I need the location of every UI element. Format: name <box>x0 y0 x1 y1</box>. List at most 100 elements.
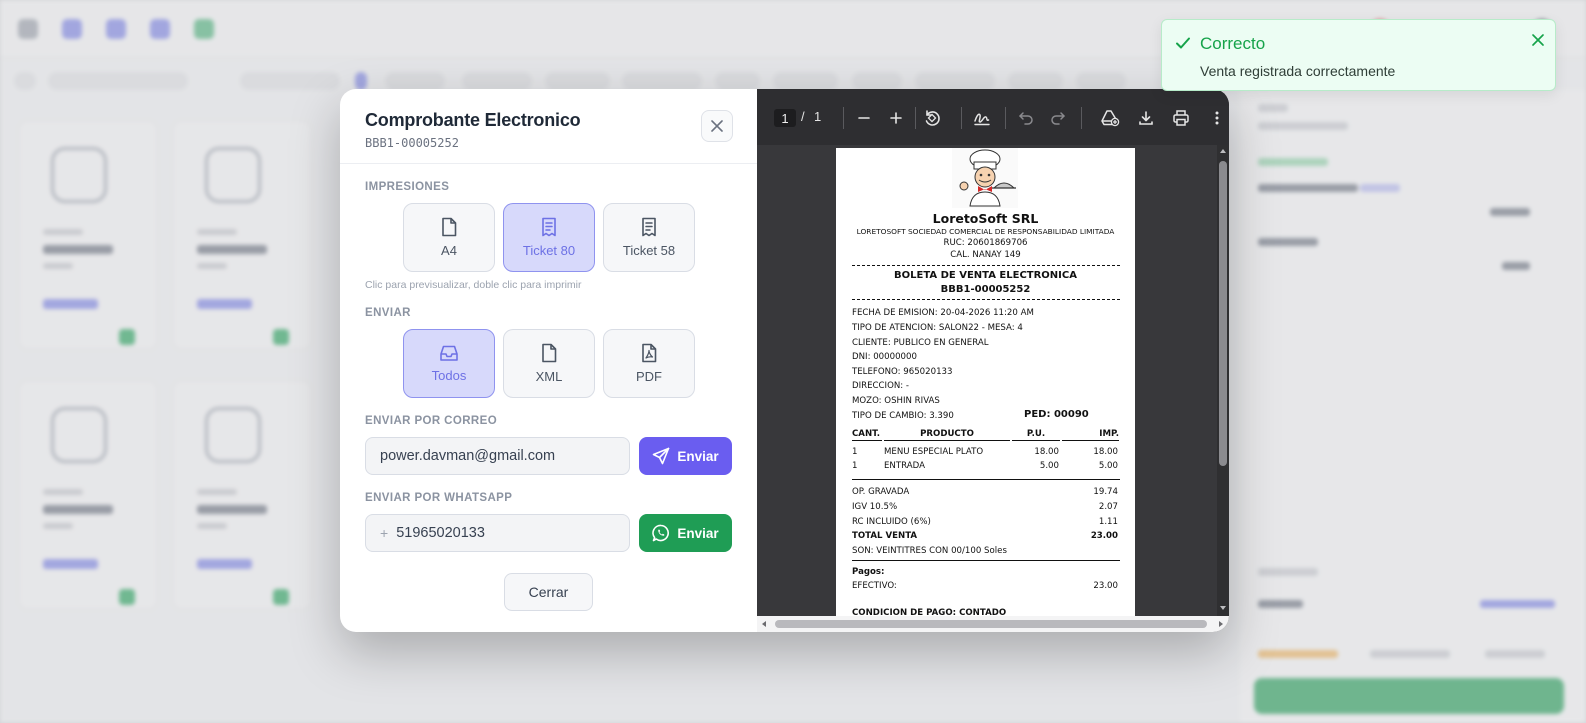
printer-icon <box>1173 110 1189 126</box>
col-producto: PRODUCTO <box>884 429 1010 441</box>
total-value: 19.74 <box>1093 487 1118 497</box>
item-imp: 18.00 <box>1093 447 1118 457</box>
file-icon <box>542 343 557 363</box>
download-button[interactable] <box>1135 107 1157 129</box>
scroll-left-icon <box>762 621 766 627</box>
send-pdf-button[interactable]: PDF <box>603 329 695 398</box>
user-icon <box>62 19 82 39</box>
more-vertical-icon <box>1215 111 1219 125</box>
more-options-button[interactable] <box>1206 107 1228 129</box>
print-ticket80-button[interactable]: Ticket 80 <box>503 203 595 272</box>
receipt-divider <box>852 265 1120 266</box>
cash-icon <box>194 19 214 39</box>
pdf-viewer: 1 / 1 LoretoSoft SRL LORETOSOFT SOCIEDAD… <box>757 89 1229 632</box>
pdf-toolbar: 1 / 1 <box>757 89 1229 145</box>
undo-icon <box>1019 112 1033 125</box>
scroll-down-icon <box>1220 606 1226 610</box>
scroll-up-icon <box>1220 149 1226 153</box>
undo-button[interactable] <box>1015 107 1037 129</box>
receipt-dni: DNI: 00000000 <box>852 352 917 362</box>
col-pu: P.U. <box>1012 429 1060 441</box>
draw-button[interactable] <box>971 107 993 129</box>
zoom-in-button[interactable] <box>885 107 907 129</box>
file-icon <box>442 217 457 237</box>
close-icon <box>711 120 723 132</box>
print-ticket58-label: Ticket 58 <box>622 243 676 258</box>
page-number-input[interactable]: 1 <box>774 109 796 127</box>
receipt-pago-monto: 23.00 <box>1093 581 1118 591</box>
redo-button[interactable] <box>1047 107 1069 129</box>
total-label: IGV 10.5% <box>852 502 898 512</box>
bg-order-panel <box>1240 90 1586 723</box>
enviar-label: ENVIAR <box>365 307 411 319</box>
item-imp: 5.00 <box>1098 461 1118 471</box>
print-a4-label: A4 <box>441 243 457 258</box>
redo-icon <box>1051 112 1065 125</box>
modal-doc-number: BBB1-00005252 <box>365 136 459 150</box>
plus-icon <box>890 112 902 124</box>
download-icon <box>1139 111 1153 125</box>
bg-product-card <box>18 120 158 350</box>
check-icon <box>1176 37 1190 49</box>
menu-icon <box>18 19 38 39</box>
receipt-divider <box>852 299 1120 300</box>
correo-label: ENVIAR POR CORREO <box>365 415 498 427</box>
minus-icon <box>858 117 870 119</box>
vertical-scroll-thumb[interactable] <box>1219 161 1227 466</box>
send-icon <box>653 447 670 465</box>
modal-title: Comprobante Electronico <box>365 110 581 130</box>
phone-prefix: + <box>380 525 389 541</box>
total-value: 1.11 <box>1098 517 1118 527</box>
chat-icon <box>106 19 126 39</box>
bg-product-card <box>18 380 158 610</box>
send-pdf-label: PDF <box>636 369 662 384</box>
item-pu: 5.00 <box>1039 461 1059 471</box>
receipt-legal-name: LORETOSOFT SOCIEDAD COMERCIAL DE RESPONS… <box>856 227 1115 236</box>
print-a4-button[interactable]: A4 <box>403 203 495 272</box>
print-button[interactable] <box>1170 107 1192 129</box>
horizontal-scroll-thumb[interactable] <box>775 620 1207 628</box>
item-pu: 18.00 <box>1034 447 1059 457</box>
receipt-divider <box>852 560 1120 561</box>
rotate-icon <box>925 110 940 126</box>
send-all-button[interactable]: Todos <box>403 329 495 398</box>
total-value: 2.07 <box>1098 502 1118 512</box>
item-producto: ENTRADA <box>884 461 925 471</box>
receipt-fecha: FECHA DE EMISION: 20-04-2026 11:20 AM <box>852 308 1034 318</box>
send-xml-button[interactable]: XML <box>503 329 595 398</box>
send-whatsapp-button[interactable]: Enviar <box>639 514 732 552</box>
page-separator: / <box>801 109 805 124</box>
receipt-telefono: TELEFONO: 965020133 <box>852 367 953 377</box>
send-email-button[interactable]: Enviar <box>639 437 732 475</box>
cerrar-button[interactable]: Cerrar <box>504 573 593 611</box>
success-toast: Correcto Venta registrada correctamente <box>1161 19 1556 91</box>
total-label: RC INCLUIDO (6%) <box>852 517 931 527</box>
toast-close-button[interactable] <box>1528 30 1548 50</box>
zoom-out-button[interactable] <box>853 107 875 129</box>
toolbar-divider <box>1005 107 1006 129</box>
toolbar-divider <box>843 107 844 129</box>
receipt-tipo-cambio: TIPO DE CAMBIO: 3.390 <box>852 411 954 421</box>
whatsapp-icon <box>652 524 670 542</box>
send-all-label: Todos <box>431 368 467 383</box>
rotate-button[interactable] <box>921 107 943 129</box>
bg-cobrar-button <box>1254 678 1564 714</box>
vertical-scrollbar[interactable] <box>1217 145 1229 616</box>
add-drive-button[interactable] <box>1099 107 1121 129</box>
send-email-label: Enviar <box>677 448 719 464</box>
horizontal-scrollbar[interactable] <box>757 616 1229 632</box>
receipt-ruc: RUC: 20601869706 <box>943 238 1028 248</box>
email-field[interactable]: power.davman@gmail.com <box>365 437 630 475</box>
drive-add-icon <box>1101 110 1120 127</box>
print-ticket58-button[interactable]: Ticket 58 <box>603 203 695 272</box>
receipt-doc-type: BOLETA DE VENTA ELECTRONICA <box>894 270 1077 281</box>
receipt-company: LoretoSoft SRL <box>932 211 1039 226</box>
impresiones-label: IMPRESIONES <box>365 181 450 193</box>
item-cant: 1 <box>852 447 858 457</box>
whatsapp-field[interactable]: + 51965020133 <box>365 514 630 552</box>
receipt-cliente: CLIENTE: PUBLICO EN GENERAL <box>852 338 989 348</box>
pdf-file-icon <box>642 343 657 363</box>
receipt-pedido: PED: 00090 <box>1024 409 1089 420</box>
close-button[interactable] <box>701 110 733 142</box>
col-cant: CANT. <box>852 429 882 441</box>
